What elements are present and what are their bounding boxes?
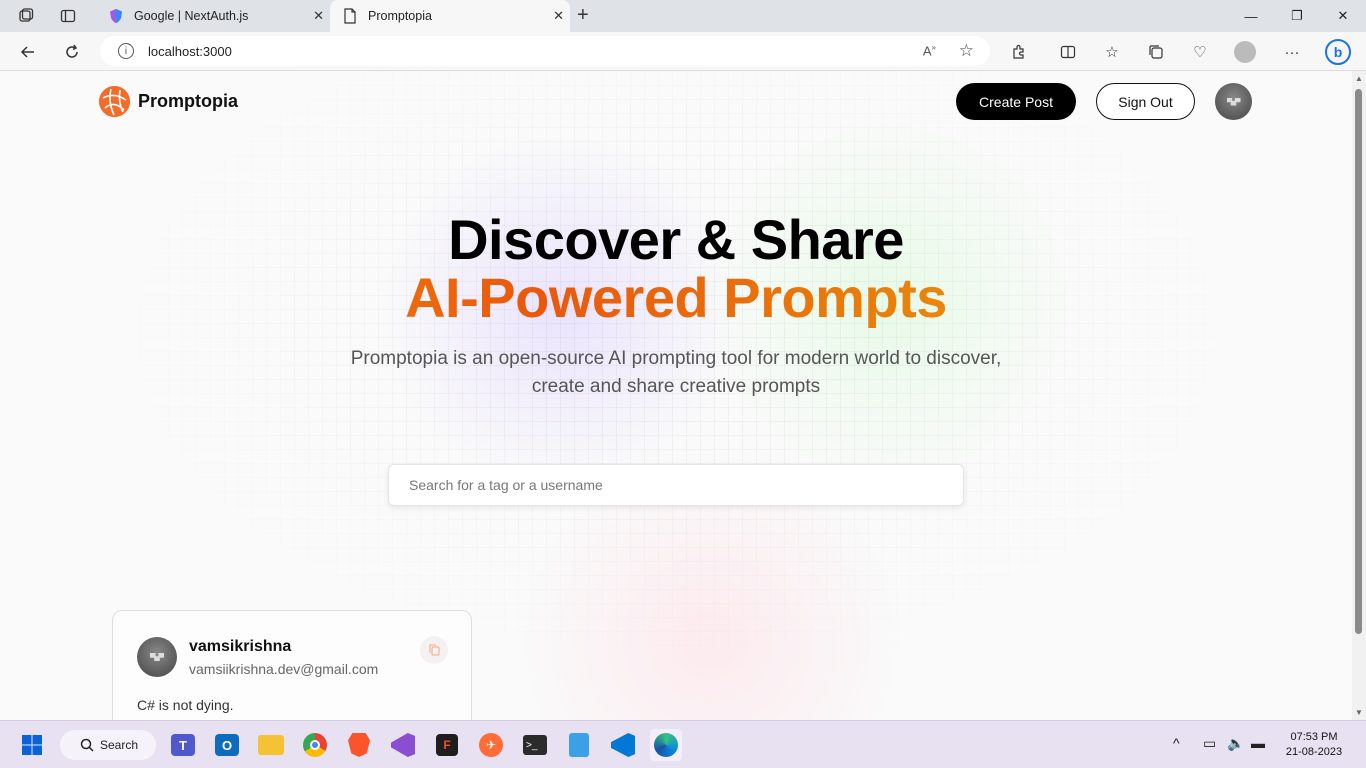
close-tab-icon[interactable]: ✕ [553,8,564,24]
close-tab-icon[interactable]: ✕ [313,8,324,24]
network-icon[interactable]: ▭ [1203,735,1216,752]
sign-out-button[interactable]: Sign Out [1096,83,1195,120]
windows-start-icon[interactable] [16,729,48,761]
url-text: localhost:3000 [148,43,232,59]
copilot-icon[interactable]: b [1324,38,1352,66]
postman-icon[interactable]: ✈ [475,729,507,761]
hero-title: Discover & Share [448,208,904,271]
more-options-icon[interactable]: ··· [1278,38,1306,66]
vscode-icon[interactable] [607,729,639,761]
author-username[interactable]: vamsikrishna [189,638,291,656]
taskbar-search-label: Search [100,738,139,752]
brave-icon[interactable] [343,729,375,761]
page-viewport: Promptopia Create Post Sign Out Discover… [0,71,1352,720]
user-avatar[interactable] [1215,83,1252,120]
os-taskbar: Search T O F ✈ >_ ^ ▭ 🔈 ▬ 07:53 PM 21-08… [0,720,1366,768]
search-icon [80,738,94,752]
favorites-icon[interactable]: ☆ [1098,38,1126,66]
address-toolbar: i localhost:3000 A» ☆ ☆ ♡ ··· b [0,32,1366,71]
page-scrollbar[interactable]: ▲ ▼ [1352,71,1366,720]
new-tab-icon[interactable]: + [577,4,589,27]
restore-icon[interactable]: ❐ [1274,0,1320,32]
prompt-card: vamsikrishna vamsiikrishna.dev@gmail.com… [112,610,472,720]
brand-logo[interactable]: Promptopia [99,86,238,117]
collections-icon[interactable] [1142,38,1170,66]
read-aloud-icon[interactable]: A» [923,43,936,58]
extensions-icon[interactable] [1005,38,1033,66]
volume-icon[interactable]: 🔈 [1227,735,1244,752]
system-clock[interactable]: 07:53 PM 21-08-2023 [1282,730,1346,760]
brand-name: Promptopia [138,91,239,111]
avatar-image [1226,97,1241,106]
clock-time: 07:53 PM [1290,731,1338,743]
copy-icon[interactable] [420,636,448,664]
tab-title: Google | NextAuth.js [134,9,249,23]
address-bar[interactable]: i localhost:3000 A» ☆ [100,36,990,66]
edge-icon[interactable] [650,729,682,761]
chrome-icon[interactable] [299,729,331,761]
taskbar-search[interactable]: Search [60,730,156,760]
profile-icon[interactable] [1231,38,1259,66]
outlook-icon[interactable]: O [211,729,243,761]
site-info-icon[interactable]: i [118,43,134,59]
avatar-image [150,653,164,661]
browser-essentials-icon[interactable]: ♡ [1186,38,1214,66]
workspaces-icon[interactable] [10,0,42,32]
file-explorer-icon[interactable] [255,729,287,761]
page-favicon-icon [342,8,358,24]
search-input[interactable] [388,464,964,506]
browser-tab-bar: Google | NextAuth.js ✕ Promptopia ✕ + — … [0,0,1366,32]
scroll-down-icon[interactable]: ▼ [1355,708,1363,717]
author-avatar[interactable] [137,637,177,677]
create-post-button[interactable]: Create Post [956,83,1076,120]
close-window-icon[interactable]: ✕ [1320,0,1366,32]
author-email: vamsiikrishna.dev@gmail.com [189,661,379,677]
hero-title-gradient: AI-Powered Prompts [0,268,1352,328]
clock-date: 21-08-2023 [1285,746,1343,758]
tab-nextauth[interactable]: Google | NextAuth.js ✕ [96,0,330,32]
terminal-icon[interactable]: >_ [519,729,551,761]
tab-title: Promptopia [368,9,432,23]
refresh-icon[interactable] [58,38,86,66]
nextauth-favicon-icon [108,8,124,24]
favorite-star-icon[interactable]: ☆ [959,41,974,61]
tab-promptopia[interactable]: Promptopia ✕ [330,0,570,32]
prompt-text: C# is not dying. [137,697,234,713]
show-hidden-icons-icon[interactable]: ^ [1173,735,1180,751]
hero-description: Promptopia is an open-source AI promptin… [350,348,1002,397]
scrollbar-thumb[interactable] [1355,89,1362,634]
scroll-up-icon[interactable]: ▲ [1355,74,1363,83]
split-screen-icon[interactable] [1054,38,1082,66]
minimize-icon[interactable]: — [1228,0,1274,32]
battery-icon[interactable]: ▬ [1251,735,1265,751]
visual-studio-icon[interactable] [387,729,419,761]
logo-icon [99,86,130,117]
back-icon[interactable] [14,38,42,66]
tab-actions-icon[interactable] [52,0,84,32]
notepad-icon[interactable] [563,729,595,761]
figma-icon[interactable]: F [431,729,463,761]
teams-icon[interactable]: T [167,729,199,761]
